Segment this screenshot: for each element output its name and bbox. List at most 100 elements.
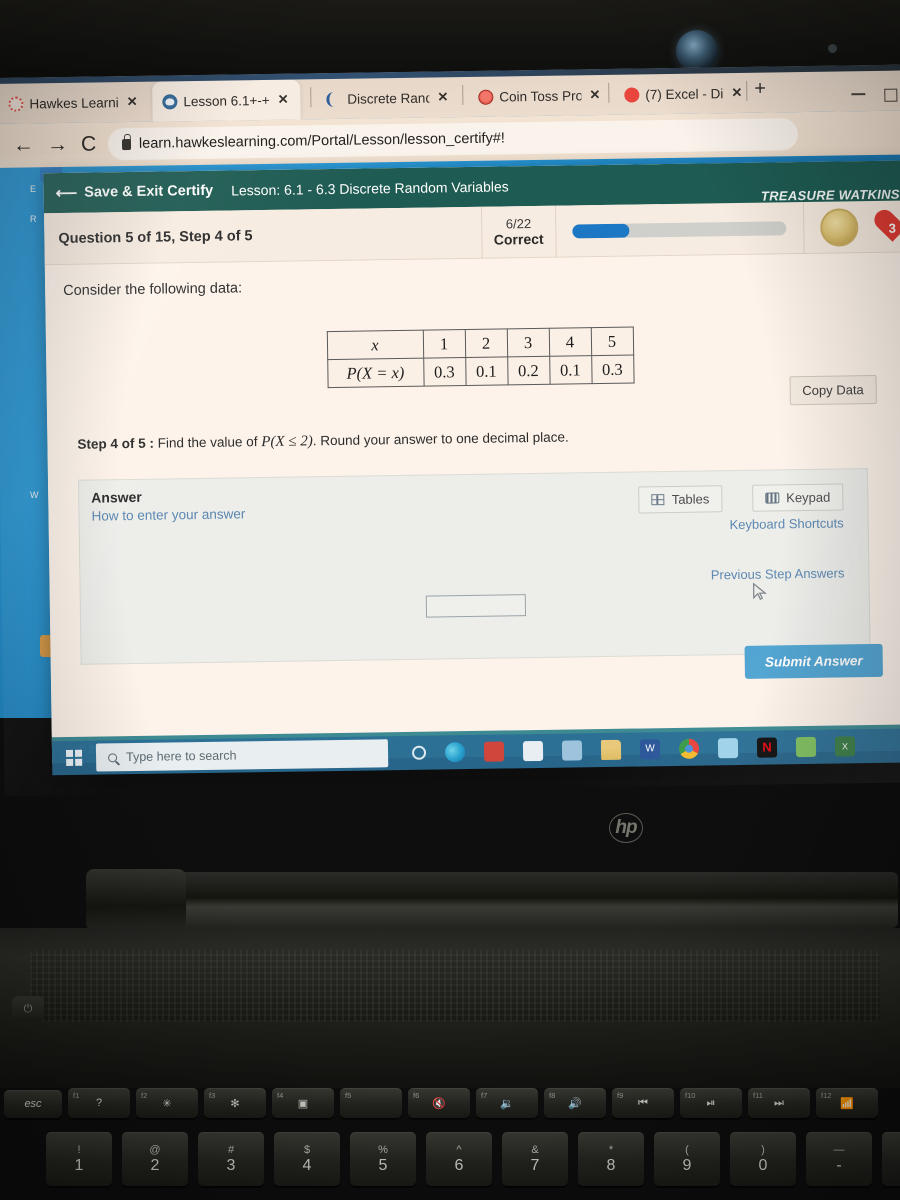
store-icon[interactable] <box>522 740 544 762</box>
taskbar-search-input[interactable]: Type here to search <box>95 739 389 772</box>
key-f10[interactable]: f10 ⏯ <box>680 1088 742 1118</box>
key-main-glyph: 9 <box>682 1156 692 1174</box>
key-6[interactable]: ^ 6 <box>426 1132 492 1186</box>
notes-icon[interactable] <box>795 736 817 758</box>
key-f9[interactable]: f9 ⏮ <box>612 1088 674 1118</box>
new-tab-button[interactable]: + <box>754 78 766 100</box>
lives-count: 3 <box>888 220 897 236</box>
address-bar-url: learn.hawkeslearning.com/Portal/Lesson/l… <box>138 130 505 152</box>
browser-tab-4[interactable]: (7) Excel - Disc ✕ <box>614 73 751 115</box>
hawkes-favicon <box>8 96 24 112</box>
key-8[interactable]: * 8 <box>578 1132 644 1186</box>
previous-step-answers-link[interactable]: Previous Step Answers <box>711 565 845 582</box>
key-shift-glyph: — <box>833 1143 845 1156</box>
key-f11[interactable]: f11 ⏭ <box>748 1088 810 1118</box>
edge-icon[interactable] <box>444 742 466 763</box>
browser-tab-2[interactable]: Discrete Rando ✕ <box>316 77 457 119</box>
excel-icon[interactable]: X <box>834 736 856 757</box>
key-fn-number: f3 <box>209 1091 216 1100</box>
prompt-text: Consider the following data: <box>63 280 243 299</box>
cointoss-favicon <box>478 89 494 105</box>
forward-button[interactable]: → <box>47 133 68 157</box>
step-label: Step 4 of 5 : <box>77 435 155 452</box>
key-5[interactable]: % 5 <box>350 1132 416 1186</box>
cortana-icon[interactable] <box>411 745 427 760</box>
key-=[interactable]: += <box>882 1132 900 1186</box>
key-f4[interactable]: f4 ▣ <box>272 1088 334 1118</box>
keypad-button[interactable]: Keypad <box>752 483 844 512</box>
tab-close-icon[interactable]: ✕ <box>731 85 742 101</box>
address-bar[interactable]: learn.hawkeslearning.com/Portal/Lesson/l… <box>107 118 799 161</box>
tab-close-icon[interactable]: ✕ <box>127 94 138 110</box>
tab-close-icon[interactable]: ✕ <box>437 89 448 105</box>
file-explorer-icon[interactable] <box>600 739 622 761</box>
key-fn-glyph: ⏯ <box>706 1096 716 1109</box>
key--[interactable]: — - <box>806 1132 872 1186</box>
key-2[interactable]: @2 <box>122 1132 188 1186</box>
key-f1[interactable]: f1? <box>68 1088 130 1118</box>
netflix-icon[interactable]: N <box>756 737 778 758</box>
tab-close-icon[interactable]: ✕ <box>278 92 289 108</box>
browser-tab-1[interactable]: Lesson 6.1+-+ ✕ <box>152 79 301 122</box>
key-9[interactable]: (9 <box>654 1132 720 1186</box>
window-minimize-button[interactable] <box>851 93 866 96</box>
key-1[interactable]: ! 1 <box>46 1132 112 1186</box>
key-fn-number: f11 <box>753 1091 763 1100</box>
how-to-enter-answer-link[interactable]: How to enter your answer <box>91 506 245 523</box>
save-exit-certify-button[interactable]: ⟵ Save & Exit Certify <box>56 182 214 202</box>
key-f3[interactable]: f3 ✻ <box>204 1088 266 1118</box>
key-f7[interactable]: f7 🔉 <box>476 1088 538 1118</box>
laptop-keyboard: esc f1? f2 ✳ f3 ✻ f4 ▣ f5 f6 🔇 f7 🔉 f8 🔊 f9 ⏮ f10 ⏯ f11 ⏭ f1… <box>0 1078 900 1200</box>
table-row: P(X = x) 0.3 0.1 0.2 0.1 0.3 <box>327 355 634 388</box>
progress-bar-wrapper <box>554 201 804 258</box>
power-button[interactable]: ⏻ <box>12 996 44 1022</box>
reload-button[interactable]: C <box>81 132 97 156</box>
key-0[interactable]: ) 0 <box>730 1132 796 1186</box>
x-value-1: 1 <box>422 329 466 359</box>
mail-icon[interactable] <box>717 738 739 759</box>
step-math-expression: P(X ≤ 2) <box>261 433 313 451</box>
key-4[interactable]: $4 <box>274 1132 340 1186</box>
tab-label: Discrete Rando <box>347 90 430 107</box>
key-f5[interactable]: f5 <box>340 1088 402 1118</box>
key-esc[interactable]: esc <box>4 1090 62 1118</box>
copy-data-button[interactable]: Copy Data <box>789 374 877 406</box>
key-3[interactable]: #3 <box>198 1132 264 1186</box>
key-f8[interactable]: f8 🔊 <box>544 1088 606 1118</box>
key-f12[interactable]: f12 📶 <box>816 1088 878 1118</box>
key-fn-glyph: ⏭ <box>774 1096 784 1109</box>
tab-separator <box>462 85 464 106</box>
p-value-3: 0.2 <box>507 356 550 385</box>
key-fn-number: f12 <box>821 1091 832 1100</box>
score-cell: 6/22 Correct <box>480 205 556 259</box>
window-maximize-button[interactable] <box>884 88 898 102</box>
key-fn-glyph: 🔊 <box>568 1097 582 1110</box>
answer-input[interactable] <box>425 594 527 618</box>
key-fn-number: f6 <box>413 1091 420 1100</box>
submit-answer-button[interactable]: Submit Answer <box>744 643 883 679</box>
tab-close-icon[interactable]: ✕ <box>589 87 600 103</box>
word-icon[interactable]: W <box>639 739 661 760</box>
key-7[interactable]: & 7 <box>502 1132 568 1186</box>
key-shift-glyph: $ <box>303 1143 311 1156</box>
browser-tab-0[interactable]: Hawkes Learni ✕ <box>0 82 147 124</box>
tables-button-label: Tables <box>671 491 710 507</box>
windows-start-icon[interactable] <box>65 749 83 767</box>
key-f2[interactable]: f2 ✳ <box>136 1088 198 1118</box>
row-header-x: x <box>326 330 424 360</box>
table-row: x 1 2 3 4 5 <box>326 327 634 360</box>
key-shift-glyph: ) <box>761 1143 765 1156</box>
chrome-icon[interactable] <box>678 738 700 759</box>
back-button[interactable]: ← <box>13 133 34 157</box>
key-fn-glyph: ✻ <box>230 1097 240 1110</box>
key-fn-glyph: ▣ <box>297 1097 309 1110</box>
lesson-favicon <box>162 93 178 110</box>
powerpoint-icon[interactable] <box>483 741 505 762</box>
video-icon[interactable] <box>561 740 583 761</box>
p-value-2: 0.1 <box>465 356 508 386</box>
keyboard-shortcuts-link[interactable]: Keyboard Shortcuts <box>729 515 843 532</box>
key-shift-glyph: # <box>227 1143 235 1156</box>
browser-tab-3[interactable]: Coin Toss Prob ✕ <box>468 75 609 117</box>
key-f6[interactable]: f6 🔇 <box>408 1088 470 1118</box>
tables-button[interactable]: Tables <box>638 485 723 514</box>
